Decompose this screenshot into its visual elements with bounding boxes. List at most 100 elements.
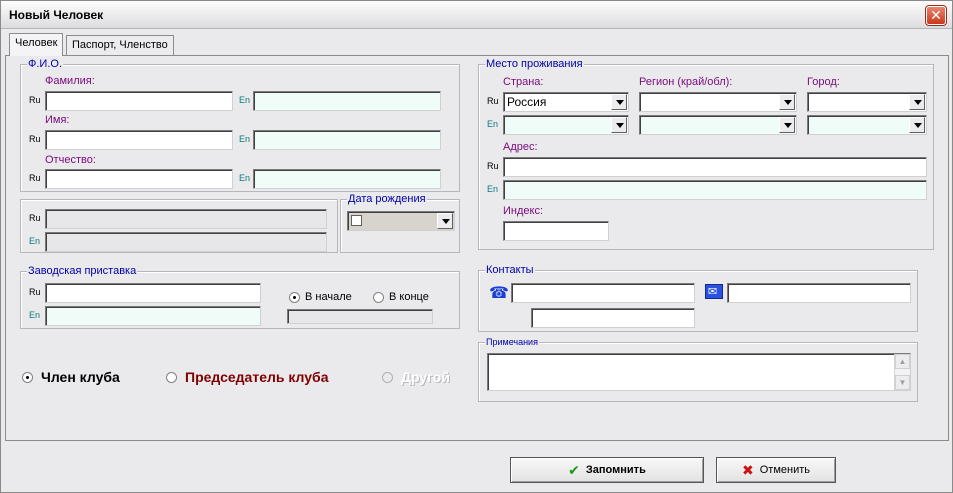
scroll-up-icon[interactable]: ▲ [895, 354, 910, 369]
birthdate-checkbox[interactable] [351, 215, 362, 226]
factory-prefix-title: Заводская приставка [27, 265, 138, 277]
index-label: Индекс: [503, 205, 544, 217]
chevron-down-icon[interactable] [437, 213, 453, 229]
save-button[interactable]: ✔ Запомнить [510, 457, 704, 483]
address-en-tag: En [487, 184, 499, 194]
phone-input[interactable] [511, 283, 695, 303]
name-ru-input[interactable] [45, 130, 233, 150]
notes-title: Примечания [485, 336, 539, 348]
residence-group: Место проживания Страна: Регион (край/об… [478, 58, 934, 250]
role-member-option[interactable]: Член клуба [22, 369, 120, 385]
region-ru-select[interactable] [639, 92, 797, 112]
region-label: Регион (край/обл): [639, 76, 733, 88]
prefix-start-label: В начале [305, 291, 352, 303]
city-ru-select[interactable] [807, 92, 927, 112]
cancel-button[interactable]: ✖ Отменить [716, 457, 836, 483]
factory-en-tag: En [29, 310, 41, 320]
city-label: Город: [807, 76, 840, 88]
surname-label: Фамилия: [45, 75, 95, 87]
address-ru-input[interactable] [503, 157, 927, 177]
prefix-end-label: В конце [389, 291, 429, 303]
surname-ru-tag: Ru [29, 95, 41, 105]
name-ru-tag: Ru [29, 134, 41, 144]
title-bar[interactable]: Новый Человек ✕ [1, 1, 952, 29]
chevron-down-icon[interactable] [909, 117, 925, 133]
role-other-option: Другой [382, 369, 450, 385]
chevron-down-icon[interactable] [611, 117, 627, 133]
contacts-title: Контакты [485, 264, 535, 276]
close-button[interactable]: ✕ [925, 5, 947, 26]
window-title: Новый Человек [9, 8, 104, 22]
residence-en-tag: En [487, 119, 499, 129]
fullname-en-field [45, 232, 327, 252]
chevron-down-icon[interactable] [909, 94, 925, 110]
dialog-window: Новый Человек ✕ Человек Паспорт, Членств… [0, 0, 953, 493]
notes-scrollbar[interactable]: ▲ ▼ [894, 354, 910, 390]
birthdate-group: Дата рождения [340, 193, 460, 253]
contacts-group: Контакты ☎ ✉ [478, 264, 918, 332]
patronymic-ru-input[interactable] [45, 169, 233, 189]
role-chairman-label: Председатель клуба [185, 369, 329, 385]
region-en-select[interactable] [639, 115, 797, 135]
factory-en-input[interactable] [45, 306, 261, 326]
fullname-en-tag: En [29, 236, 41, 246]
address-en-input[interactable] [503, 180, 927, 200]
checkmark-icon: ✔ [568, 461, 580, 478]
patronymic-en-input[interactable] [253, 169, 441, 189]
phone-icon: ☎ [489, 285, 509, 302]
role-other-label: Другой [401, 369, 450, 385]
surname-en-input[interactable] [253, 91, 441, 111]
birthdate-picker[interactable] [347, 211, 455, 231]
tab-person[interactable]: Человек [9, 33, 64, 56]
prefix-start-radio[interactable] [289, 291, 300, 303]
address-ru-tag: Ru [487, 161, 499, 171]
role-chairman-option[interactable]: Председатель клуба [166, 369, 329, 385]
cross-icon: ✖ [742, 461, 754, 478]
prefix-preview-field [287, 309, 433, 324]
factory-ru-tag: Ru [29, 287, 41, 297]
email-input[interactable] [727, 283, 911, 303]
name-label: Имя: [45, 114, 70, 126]
chevron-down-icon[interactable] [779, 94, 795, 110]
address-label: Адрес: [503, 141, 538, 153]
save-label: Запомнить [585, 464, 646, 476]
email-icon: ✉ [705, 284, 723, 299]
name-en-tag: En [239, 134, 251, 144]
fullname-ru-field [45, 209, 327, 229]
prefix-end-radio[interactable] [373, 291, 384, 303]
patronymic-ru-tag: Ru [29, 173, 41, 183]
fullname-group: Ru En [20, 199, 338, 253]
prefix-end-option[interactable]: В конце [373, 291, 429, 303]
factory-prefix-group: Заводская приставка Ru En В начале В кон… [20, 265, 460, 329]
chevron-down-icon[interactable] [611, 94, 627, 110]
name-en-input[interactable] [253, 130, 441, 150]
role-chairman-radio[interactable] [166, 371, 177, 383]
index-input[interactable] [503, 221, 609, 241]
residence-ru-tag: Ru [487, 96, 499, 106]
tab-passport-membership[interactable]: Паспорт, Членство [66, 35, 174, 55]
role-member-label: Член клуба [41, 369, 120, 385]
country-value: Россия [507, 95, 547, 109]
country-label: Страна: [503, 76, 544, 88]
city-en-select[interactable] [807, 115, 927, 135]
phone2-input[interactable] [531, 308, 695, 328]
fio-group: Ф.И.О. Фамилия: Ru En Имя: Ru En Отчеств… [20, 58, 460, 192]
fio-group-title: Ф.И.О. [27, 58, 63, 70]
cancel-label: Отменить [759, 464, 810, 476]
patronymic-label: Отчество: [45, 154, 96, 166]
birthdate-title: Дата рождения [347, 193, 427, 205]
notes-textarea[interactable]: ▲ ▼ [487, 353, 911, 391]
surname-ru-input[interactable] [45, 91, 233, 111]
role-other-radio [382, 371, 393, 383]
country-ru-select[interactable]: Россия [503, 92, 629, 112]
scroll-down-icon[interactable]: ▼ [895, 375, 910, 390]
patronymic-en-tag: En [239, 173, 251, 183]
prefix-start-option[interactable]: В начале [289, 291, 352, 303]
fullname-ru-tag: Ru [29, 213, 41, 223]
role-member-radio[interactable] [22, 371, 33, 383]
tab-panel: Ф.И.О. Фамилия: Ru En Имя: Ru En Отчеств… [5, 55, 949, 441]
country-en-select[interactable] [503, 115, 629, 135]
notes-group: Примечания ▲ ▼ [478, 336, 918, 402]
factory-ru-input[interactable] [45, 283, 261, 303]
chevron-down-icon[interactable] [779, 117, 795, 133]
